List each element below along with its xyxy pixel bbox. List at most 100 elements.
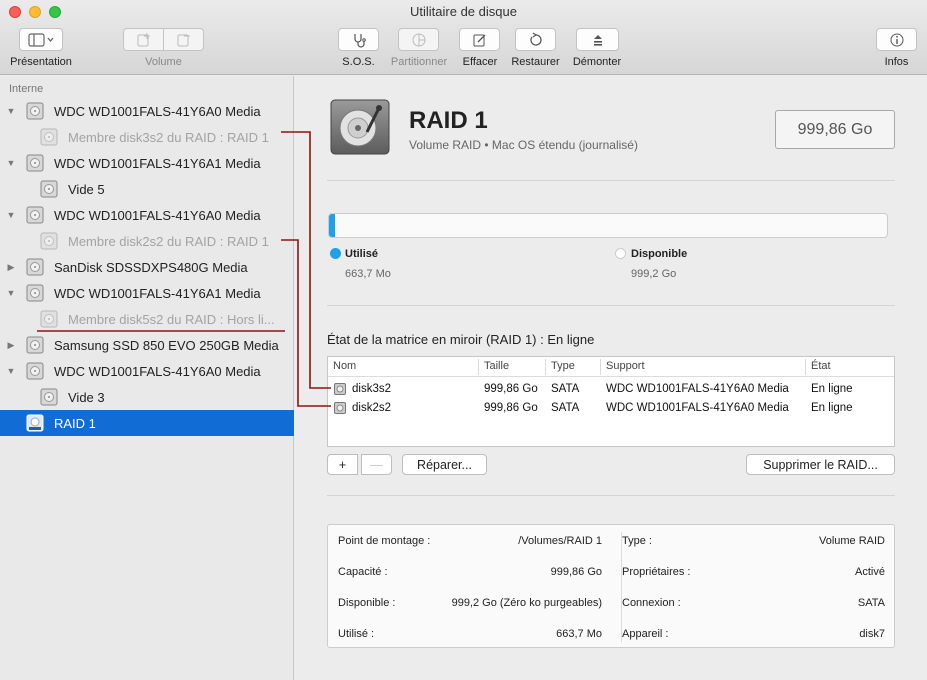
volume-icon: [40, 232, 58, 250]
column-header-support[interactable]: Support: [606, 360, 645, 372]
sidebar-item-disk[interactable]: ▼ WDC WD1001FALS-41Y6A1 Media: [0, 150, 294, 176]
erase-label: Effacer: [462, 56, 498, 68]
remove-member-button[interactable]: —: [361, 454, 392, 475]
volume-size-badge: 999,86 Go: [775, 110, 895, 149]
disclosure-triangle-icon[interactable]: ▼: [6, 158, 16, 168]
disclosure-triangle-icon[interactable]: ▼: [6, 366, 16, 376]
column-header-type[interactable]: Type: [551, 360, 575, 372]
divider: [327, 305, 895, 306]
sidebar-item-disk[interactable]: ▶ Samsung SSD 850 EVO 250GB Media: [0, 332, 294, 358]
column-separator: [805, 359, 806, 375]
table-header: Nom Taille Type Support État: [328, 357, 894, 377]
sidebar-item-disk[interactable]: ▼ WDC WD1001FALS-41Y6A1 Media: [0, 280, 294, 306]
partition-button[interactable]: [398, 28, 439, 51]
sidebar-item-label: Membre disk5s2 du RAID : Hors li...: [68, 311, 275, 327]
info-button[interactable]: [876, 28, 917, 51]
add-member-button[interactable]: +: [327, 454, 358, 475]
hard-disk-icon: [334, 402, 346, 414]
volume-icon: [40, 310, 58, 328]
sidebar-item-label: WDC WD1001FALS-41Y6A1 Media: [54, 285, 261, 301]
column-header-size[interactable]: Taille: [484, 360, 509, 372]
remove-volume-button[interactable]: [163, 28, 204, 51]
disclosure-triangle-icon[interactable]: ▼: [6, 288, 16, 298]
repair-button[interactable]: Réparer...: [402, 454, 487, 475]
sidebar-item-volume[interactable]: Membre disk5s2 du RAID : Hors li...: [0, 306, 294, 332]
table-row[interactable]: disk3s2 999,86 Go SATA WDC WD1001FALS-41…: [328, 380, 894, 399]
sidebar-item-raid[interactable]: RAID 1: [0, 410, 294, 436]
sidebar-item-label: WDC WD1001FALS-41Y6A0 Media: [54, 207, 261, 223]
volume-icon: [40, 180, 58, 198]
info-value: 663,7 Mo: [556, 628, 602, 640]
erase-button[interactable]: [459, 28, 500, 51]
column-separator: [478, 359, 479, 375]
window-title: Utilitaire de disque: [410, 4, 517, 19]
info-key: Appareil :: [622, 628, 669, 640]
raid-members-table[interactable]: Nom Taille Type Support État disk3s2 999…: [327, 356, 895, 447]
cell-support: WDC WD1001FALS-41Y6A0 Media: [606, 402, 789, 414]
free-legend-label: Disponible: [631, 248, 688, 260]
hard-disk-icon: [26, 258, 44, 276]
info-value: Volume RAID: [818, 535, 885, 547]
info-key: Type :: [622, 535, 652, 547]
sidebar-item-disk[interactable]: ▼ WDC WD1001FALS-41Y6A0 Media: [0, 358, 294, 384]
cell-name: disk3s2: [352, 383, 391, 395]
sidebar-item-volume[interactable]: Vide 3: [0, 384, 294, 410]
presentation-label: Présentation: [10, 56, 72, 68]
hard-disk-icon: [334, 383, 346, 395]
sidebar-item-label: Samsung SSD 850 EVO 250GB Media: [54, 337, 279, 353]
sidebar-item-disk[interactable]: ▶ SanDisk SDSSDXPS480G Media: [0, 254, 294, 280]
first-aid-label: S.O.S.: [342, 56, 375, 68]
column-separator: [545, 359, 546, 375]
restore-button[interactable]: [515, 28, 556, 51]
sidebar-item-label: Membre disk2s2 du RAID : RAID 1: [68, 233, 269, 249]
column-header-name[interactable]: Nom: [333, 360, 356, 372]
stethoscope-icon: [353, 33, 366, 48]
cell-type: SATA: [551, 402, 580, 414]
first-aid-button[interactable]: [338, 28, 379, 51]
sidebar: Interne ▼ WDC WD1001FALS-41Y6A0 Media Me…: [0, 76, 294, 680]
sidebar-item-volume[interactable]: Vide 5: [0, 176, 294, 202]
info-value: disk7: [859, 628, 885, 640]
table-row[interactable]: disk2s2 999,86 Go SATA WDC WD1001FALS-41…: [328, 399, 894, 418]
restore-label: Restaurer: [511, 56, 560, 68]
cell-state: En ligne: [811, 383, 853, 395]
delete-raid-button[interactable]: Supprimer le RAID...: [746, 454, 895, 475]
disclosure-triangle-icon[interactable]: ▶: [6, 340, 16, 351]
unmount-label: Démonter: [572, 56, 622, 68]
erase-icon: [473, 34, 485, 46]
info-value: /Volumes/RAID 1: [518, 535, 602, 547]
free-legend-swatch: [615, 248, 626, 259]
cell-state: En ligne: [811, 402, 853, 414]
hard-disk-icon: [26, 206, 44, 224]
sidebar-item-label: SanDisk SDSSDXPS480G Media: [54, 259, 248, 275]
disclosure-triangle-icon[interactable]: ▼: [6, 210, 16, 220]
main-panel: RAID 1 Volume RAID • Mac OS étendu (jour…: [295, 76, 927, 680]
cell-support: WDC WD1001FALS-41Y6A0 Media: [606, 383, 789, 395]
info-value: 999,86 Go: [550, 566, 602, 578]
disclosure-triangle-icon[interactable]: ▶: [6, 262, 16, 273]
add-volume-icon: [137, 32, 150, 46]
usage-bar-used: [329, 214, 335, 237]
add-volume-button[interactable]: [123, 28, 164, 51]
unmount-button[interactable]: [576, 28, 619, 51]
column-header-state[interactable]: État: [811, 360, 831, 372]
cell-name: disk2s2: [352, 402, 391, 414]
presentation-button[interactable]: [19, 28, 63, 51]
hard-disk-icon: [26, 102, 44, 120]
info-value: Activé: [855, 566, 885, 578]
info-value: SATA: [857, 597, 885, 609]
info-value: 999,2 Go (Zéro ko purgeables): [451, 597, 602, 609]
sidebar-item-disk[interactable]: ▼ WDC WD1001FALS-41Y6A0 Media: [0, 98, 294, 124]
used-legend-label: Utilisé: [345, 248, 379, 260]
sidebar-item-volume[interactable]: Membre disk2s2 du RAID : RAID 1: [0, 228, 294, 254]
sidebar-item-label: WDC WD1001FALS-41Y6A1 Media: [54, 155, 261, 171]
eject-icon: [593, 34, 602, 46]
disclosure-triangle-icon[interactable]: ▼: [6, 106, 16, 116]
cell-type: SATA: [551, 383, 580, 395]
sidebar-item-volume[interactable]: Membre disk3s2 du RAID : RAID 1: [0, 124, 294, 150]
sidebar-item-label: WDC WD1001FALS-41Y6A0 Media: [54, 363, 261, 379]
info-key: Point de montage :: [338, 535, 431, 547]
cell-size: 999,86 Go: [484, 383, 538, 395]
volume-subtitle: Volume RAID • Mac OS étendu (journalisé): [409, 138, 638, 152]
sidebar-item-disk[interactable]: ▼ WDC WD1001FALS-41Y6A0 Media: [0, 202, 294, 228]
